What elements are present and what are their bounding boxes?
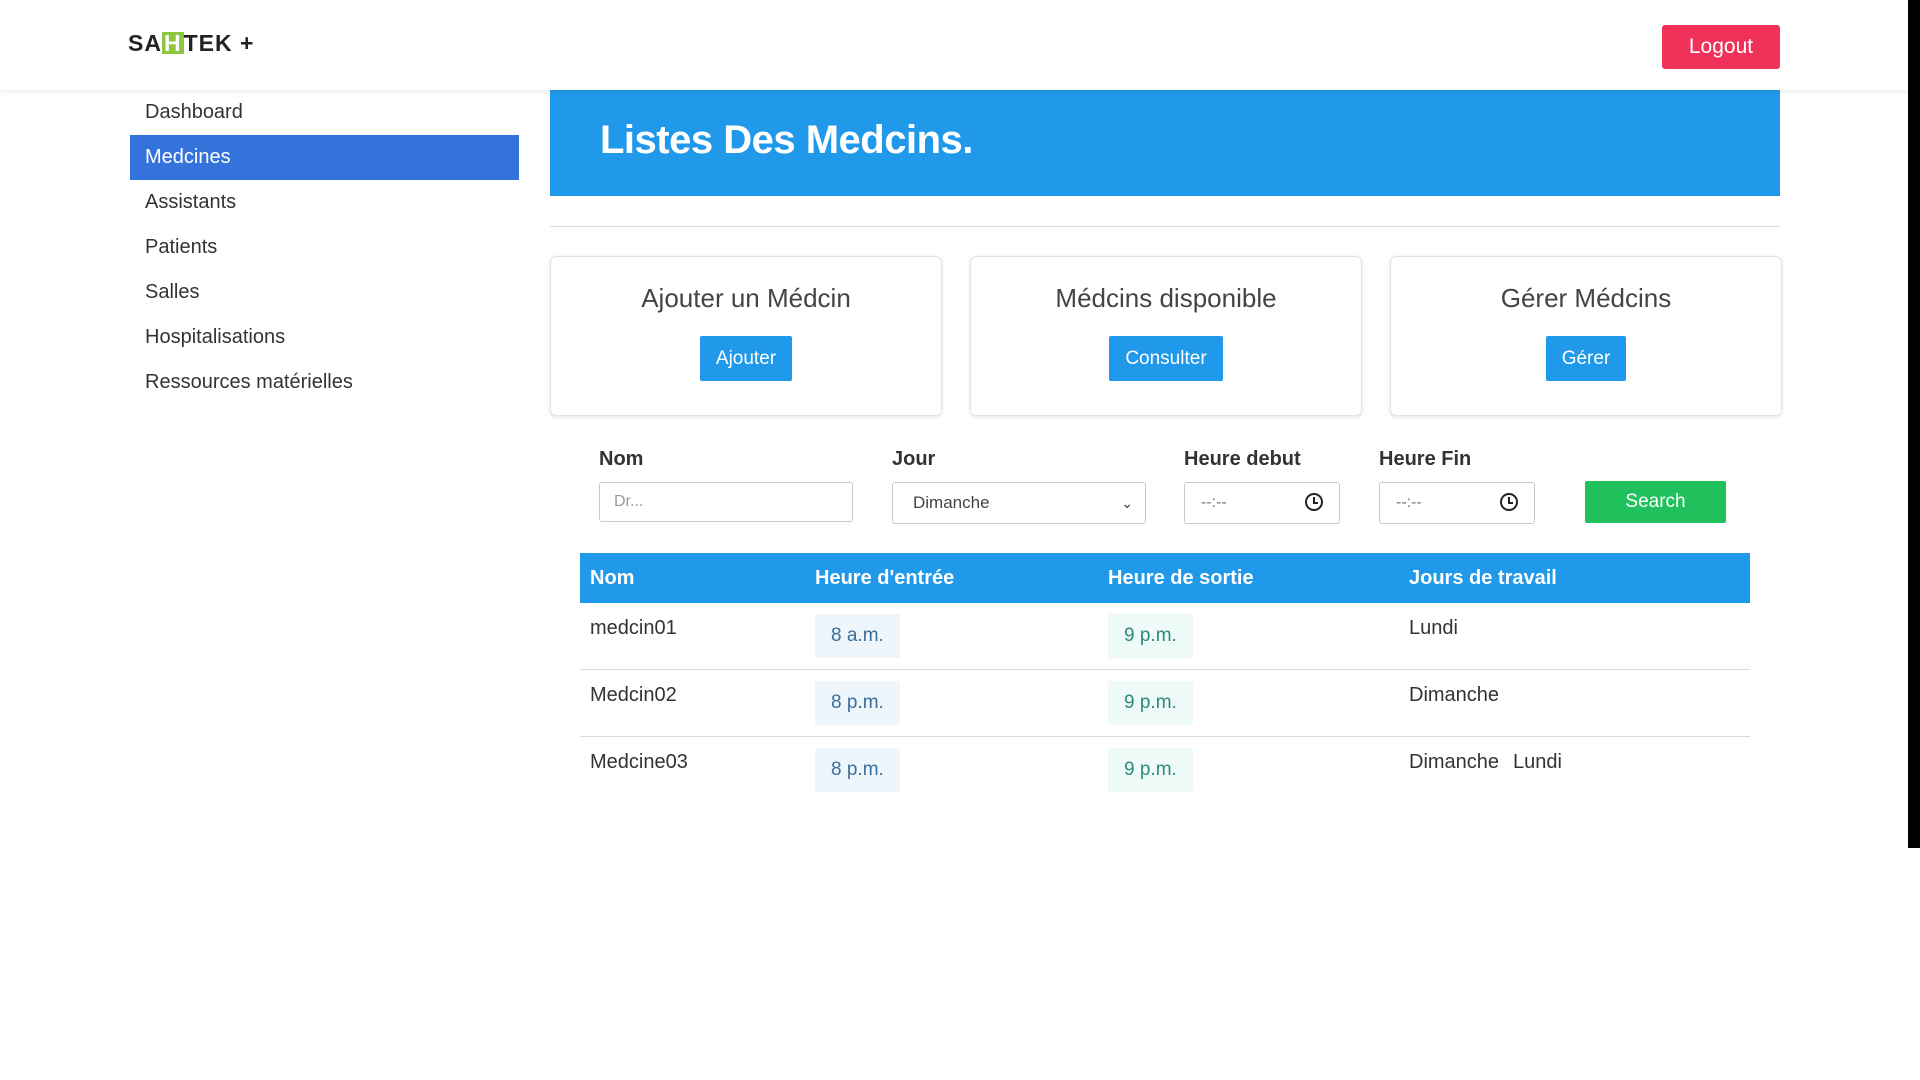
divider (550, 226, 1780, 227)
column-header-entree: Heure d'entrée (815, 567, 955, 589)
cell-nom: medcin01 (590, 617, 677, 639)
table-header: Nom Heure d'entrée Heure de sortie Jours… (580, 553, 1750, 603)
sidebar-item-patients[interactable]: Patients (130, 225, 519, 270)
table-row: Medcine03 8 p.m. 9 p.m. Dimanche Lundi (580, 737, 1750, 803)
day-item: Dimanche (1409, 751, 1500, 773)
day-item: Lundi (1409, 617, 1458, 639)
logout-button[interactable]: Logout (1662, 25, 1780, 69)
page-title: Listes Des Medcins. (600, 118, 973, 162)
jour-label: Jour (892, 448, 936, 470)
heure-debut-label: Heure debut (1184, 448, 1301, 470)
heure-fin-label: Heure Fin (1379, 448, 1472, 470)
column-header-nom: Nom (590, 567, 635, 589)
cell-jours: Dimanche (1409, 684, 1513, 707)
card-title: Gérer Médcins (1500, 283, 1672, 313)
jour-select-value: Dimanche (913, 493, 990, 512)
heure-debut-input[interactable]: --:-- (1184, 482, 1340, 524)
card-title: Ajouter un Médcin (641, 283, 851, 313)
table-row: medcin01 8 a.m. 9 p.m. Lundi (580, 603, 1750, 670)
sidebar-item-medcines[interactable]: Medcines (130, 135, 519, 180)
search-button[interactable]: Search (1585, 481, 1726, 523)
nom-input[interactable] (599, 482, 853, 522)
sidebar-item-hospitalisations[interactable]: Hospitalisations (130, 315, 519, 360)
table-row: Medcin02 8 p.m. 9 p.m. Dimanche (580, 670, 1750, 737)
window-edge (1908, 0, 1920, 848)
card-available-doctors: Médcins disponible Consulter (970, 256, 1362, 416)
doctors-table: Nom Heure d'entrée Heure de sortie Jours… (580, 553, 1750, 803)
day-item: Lundi (1513, 751, 1562, 773)
sidebar-item-salles[interactable]: Salles (130, 270, 519, 315)
clock-icon[interactable] (1500, 493, 1518, 511)
day-item: Dimanche (1409, 684, 1500, 706)
badge-heure-sortie: 9 p.m. (1108, 748, 1193, 792)
heure-fin-input[interactable]: --:-- (1379, 482, 1535, 524)
sidebar-item-ressources[interactable]: Ressources matérielles (130, 360, 519, 405)
heure-debut-value: --:-- (1201, 494, 1227, 511)
nom-label: Nom (599, 448, 644, 470)
card-add-doctor: Ajouter un Médcin Ajouter (550, 256, 942, 416)
badge-heure-entree: 8 p.m. (815, 748, 900, 792)
card-title: Médcins disponible (1055, 283, 1277, 313)
clock-icon[interactable] (1305, 493, 1323, 511)
column-header-sortie: Heure de sortie (1108, 567, 1254, 589)
column-header-jours: Jours de travail (1409, 567, 1557, 589)
cell-jours: Dimanche Lundi (1409, 751, 1576, 774)
top-navbar: SAHTEK + Logout (0, 0, 1916, 90)
brand-highlight: H (161, 30, 184, 56)
badge-heure-entree: 8 a.m. (815, 614, 900, 658)
badge-heure-entree: 8 p.m. (815, 681, 900, 725)
sidebar-item-dashboard[interactable]: Dashboard (130, 90, 519, 135)
badge-heure-sortie: 9 p.m. (1108, 614, 1193, 658)
brand-logo[interactable]: SAHTEK + (128, 30, 254, 57)
sidebar: Dashboard Medcines Assistants Patients S… (130, 90, 519, 405)
sidebar-item-assistants[interactable]: Assistants (130, 180, 519, 225)
cell-nom: Medcine03 (590, 751, 688, 773)
add-doctor-button[interactable]: Ajouter (699, 336, 793, 381)
card-manage-doctors: Gérer Médcins Gérer (1390, 256, 1782, 416)
heure-fin-value: --:-- (1396, 494, 1422, 511)
badge-heure-sortie: 9 p.m. (1108, 681, 1193, 725)
page-header-banner: Listes Des Medcins. (550, 90, 1780, 196)
manage-button[interactable]: Gérer (1545, 336, 1627, 381)
cell-jours: Lundi (1409, 617, 1472, 640)
brand-prefix: SA (128, 30, 162, 56)
consult-button[interactable]: Consulter (1109, 336, 1223, 381)
brand-suffix: TEK + (183, 30, 255, 56)
chevron-down-icon: ⌄ (1121, 495, 1133, 511)
jour-select[interactable]: Dimanche ⌄ (892, 482, 1146, 524)
cell-nom: Medcin02 (590, 684, 677, 706)
